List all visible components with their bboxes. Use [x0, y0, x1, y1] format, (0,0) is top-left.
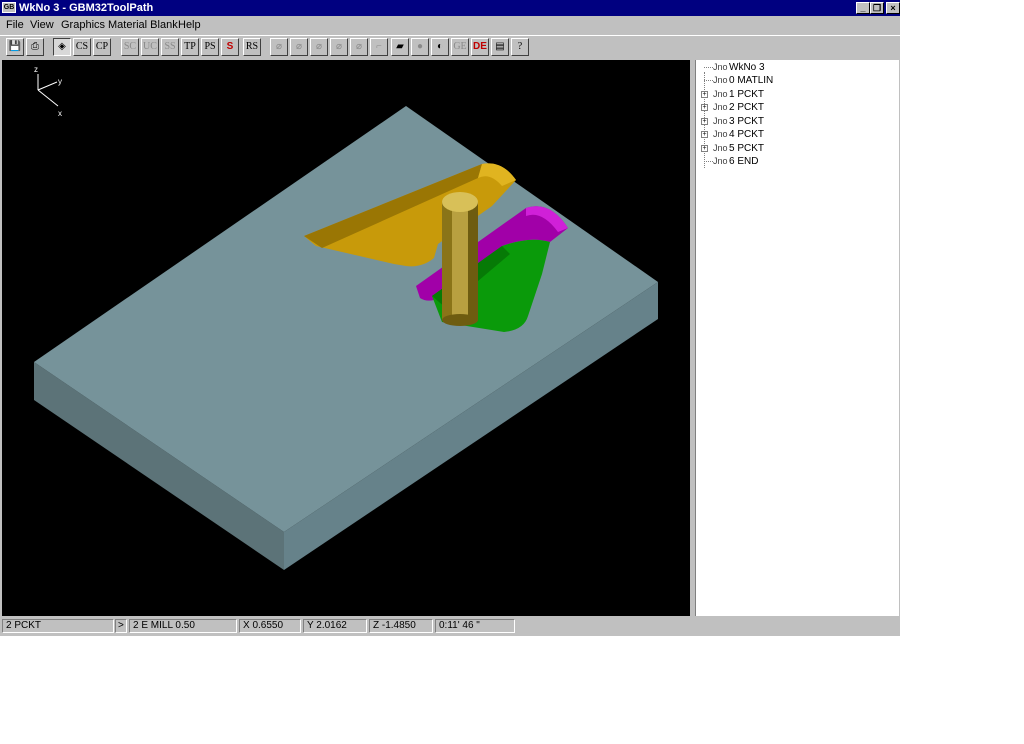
x-axis-label: x — [58, 109, 62, 118]
tree-node-label: 6 END — [729, 156, 759, 167]
tree-node[interactable]: + Jno 1 PCKT — [696, 88, 896, 101]
menu-help[interactable]: Help — [178, 18, 201, 32]
node-icon: Jno — [713, 116, 728, 126]
ss-button[interactable]: SS — [161, 38, 179, 56]
tree-node-label: 4 PCKT — [729, 129, 765, 140]
axis-triad: z y x — [34, 65, 62, 118]
tree-node[interactable]: + Jno 4 PCKT — [696, 128, 896, 141]
help-icon[interactable]: ? — [511, 38, 529, 56]
block-icon[interactable]: ▰ — [391, 38, 409, 56]
node-icon: Jno — [713, 102, 728, 112]
node-icon: Jno — [713, 75, 728, 85]
status-operation: 2 PCKT — [2, 619, 114, 633]
s-button[interactable]: S — [221, 38, 239, 56]
menu-file[interactable]: File — [6, 18, 24, 32]
status-arrow: > — [115, 619, 127, 633]
end-mill-tool — [442, 192, 478, 326]
z-axis-label: z — [34, 65, 38, 74]
tree-node-label: 0 MATLIN — [729, 75, 774, 86]
menu-view[interactable]: View — [30, 18, 54, 32]
application-window: GB WkNo 3 - GBM32ToolPath _ ❐ × File Vie… — [0, 0, 900, 636]
view-front-icon[interactable]: ⌀ — [310, 38, 328, 56]
tree-node-label: 1 PCKT — [729, 89, 765, 100]
view-rotate-icon[interactable]: ⌀ — [350, 38, 368, 56]
de-button[interactable]: DE — [471, 38, 489, 56]
tree-node[interactable]: + Jno 3 PCKT — [696, 115, 896, 128]
tree-node-label: 2 PCKT — [729, 102, 765, 113]
tree-branch — [704, 80, 713, 81]
menu-material-blank[interactable]: Material Blank — [108, 18, 178, 32]
stock-top — [34, 106, 658, 532]
node-icon: Jno — [713, 143, 728, 153]
status-tool: 2 E MILL 0.50 — [129, 619, 237, 633]
view-side-icon[interactable]: ⌀ — [330, 38, 348, 56]
expand-icon[interactable]: + — [701, 91, 708, 98]
toolbar: 💾 ⎙ ◈ CS CP SC UC SS TP PS S RS ⌀ ⌀ ⌀ ⌀ … — [0, 35, 900, 59]
stock-block — [34, 106, 658, 570]
sc-button[interactable]: SC — [121, 38, 139, 56]
menu-graphics[interactable]: Graphics — [61, 18, 105, 32]
uc-button[interactable]: UC — [141, 38, 159, 56]
node-icon: Jno — [713, 89, 728, 99]
cp-button[interactable]: CP — [93, 38, 111, 56]
tree-node[interactable]: + Jno 5 PCKT — [696, 142, 896, 155]
tree-node-label: WkNo 3 — [729, 62, 765, 73]
expand-icon[interactable]: + — [701, 145, 708, 152]
ps-button[interactable]: PS — [201, 38, 219, 56]
close-button[interactable]: × — [886, 2, 900, 14]
solid-view-icon[interactable]: ◈ — [53, 38, 71, 56]
status-bar: 2 PCKT > 2 E MILL 0.50 X 0.6550 Y 2.0162… — [0, 617, 900, 636]
shade-icon[interactable]: ◐ — [431, 38, 449, 56]
status-z: Z -1.4850 — [369, 619, 433, 633]
list-icon[interactable]: ▤ — [491, 38, 509, 56]
status-y: Y 2.0162 — [303, 619, 367, 633]
minimize-button[interactable]: _ — [856, 2, 870, 14]
title-bar[interactable]: GB WkNo 3 - GBM32ToolPath _ ❐ × — [0, 0, 900, 16]
menu-bar: File View Graphics Material Blank Help — [0, 16, 900, 34]
tree-branch — [704, 67, 713, 68]
node-icon: Jno — [713, 129, 728, 139]
tree-node[interactable]: + Jno 2 PCKT — [696, 101, 896, 114]
tree-node[interactable]: Jno WkNo 3 — [696, 61, 896, 74]
restore-button[interactable]: ❐ — [870, 2, 884, 14]
print-icon[interactable]: ⎙ — [26, 38, 44, 56]
status-time: 0:11' 46 " — [435, 619, 515, 633]
view-iso-icon[interactable]: ⌀ — [270, 38, 288, 56]
tree-node-label: 5 PCKT — [729, 143, 765, 154]
expand-icon[interactable]: + — [701, 131, 708, 138]
tree-node[interactable]: Jno 6 END — [696, 155, 896, 168]
status-x: X 0.6550 — [239, 619, 301, 633]
node-icon: Jno — [713, 62, 728, 72]
axis-icon[interactable]: ⌐ — [370, 38, 388, 56]
3d-viewport[interactable]: z y x — [2, 60, 690, 616]
toolpath-scene[interactable]: z y x — [2, 60, 690, 616]
view-top-icon[interactable]: ⌀ — [290, 38, 308, 56]
expand-icon[interactable]: + — [701, 118, 708, 125]
save-icon[interactable]: 💾 — [6, 38, 24, 56]
sphere-icon[interactable]: ● — [411, 38, 429, 56]
app-icon[interactable]: GB — [2, 2, 16, 13]
operation-tree[interactable]: Jno WkNo 3 Jno 0 MATLIN + Jno 1 PCKT + J… — [695, 60, 899, 616]
window-title: WkNo 3 - GBM32ToolPath — [19, 2, 154, 14]
tree-node[interactable]: Jno 0 MATLIN — [696, 74, 896, 87]
ge-button[interactable]: GE — [451, 38, 469, 56]
tp-button[interactable]: TP — [181, 38, 199, 56]
expand-icon[interactable]: + — [701, 104, 708, 111]
node-icon: Jno — [713, 156, 728, 166]
rs-button[interactable]: RS — [243, 38, 261, 56]
cs-button[interactable]: CS — [73, 38, 91, 56]
tree-branch — [704, 161, 713, 162]
tree-node-label: 3 PCKT — [729, 116, 765, 127]
y-axis-label: y — [58, 77, 62, 86]
